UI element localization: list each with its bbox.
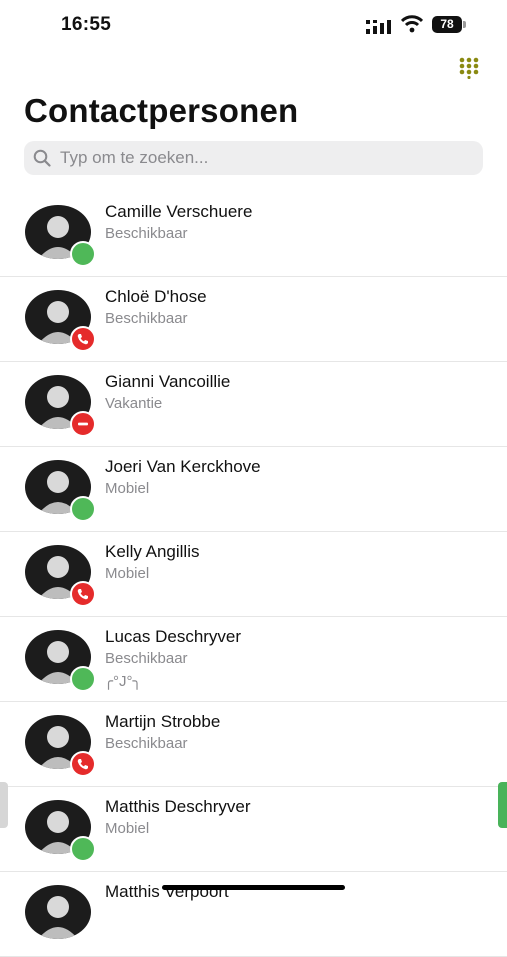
contact-name: Kelly Angillis: [105, 542, 200, 561]
available-dot-icon: [70, 496, 96, 522]
cellular-signal-icon: [366, 20, 391, 34]
contact-status: Beschikbaar: [105, 735, 188, 752]
home-indicator[interactable]: [162, 885, 345, 890]
dialpad-icon[interactable]: [458, 57, 480, 79]
contact-status: Mobiel: [105, 480, 150, 497]
contact-name: Matthis Deschryver: [105, 797, 251, 816]
contact-status: Mobiel: [105, 820, 150, 837]
contact-row[interactable]: Joeri Van Kerckhove Mobiel: [0, 447, 507, 532]
phone-icon: [70, 326, 96, 352]
contact-status-note: ╭°J°╮: [104, 673, 142, 690]
search-input[interactable]: [60, 141, 470, 175]
contact-row[interactable]: Camille Verschuere Beschikbaar: [0, 192, 507, 277]
status-bar: 16:55 78: [0, 0, 507, 52]
phone-icon: [70, 581, 96, 607]
contact-name: Camille Verschuere: [105, 202, 253, 221]
contact-status: Beschikbaar: [105, 310, 188, 327]
contact-name: Chloë D'hose: [105, 287, 207, 306]
contact-name: Gianni Vancoillie: [105, 372, 231, 391]
available-dot-icon: [70, 836, 96, 862]
left-edge-handle[interactable]: [0, 782, 8, 828]
contact-row[interactable]: Lucas Deschryver Beschikbaar ╭°J°╮: [0, 617, 507, 702]
contact-row[interactable]: Kelly Angillis Mobiel: [0, 532, 507, 617]
battery-level: 78: [432, 16, 462, 33]
available-dot-icon: [70, 241, 96, 267]
avatar: [25, 885, 91, 939]
phone-icon: [70, 751, 96, 777]
wifi-icon: [401, 15, 423, 33]
available-dot-icon: [70, 666, 96, 692]
scroll-indicator[interactable]: [498, 782, 507, 828]
contact-row[interactable]: Chloë D'hose Beschikbaar: [0, 277, 507, 362]
contact-row[interactable]: Martijn Strobbe Beschikbaar: [0, 702, 507, 787]
page-title: Contactpersonen: [24, 92, 299, 129]
search-bar[interactable]: [24, 141, 483, 175]
contact-status: Beschikbaar: [105, 650, 188, 667]
contact-status: Mobiel: [105, 565, 150, 582]
status-time: 16:55: [61, 14, 112, 35]
do-not-disturb-icon: [70, 411, 96, 437]
contact-name: Martijn Strobbe: [105, 712, 221, 731]
contact-list: Camille Verschuere Beschikbaar Chloë D'hos…: [0, 192, 507, 957]
contact-status: Beschikbaar: [105, 225, 188, 242]
contact-row[interactable]: Matthis Deschryver Mobiel: [0, 787, 507, 872]
search-icon: [33, 149, 51, 167]
contact-name: Lucas Deschryver: [105, 627, 242, 646]
contact-status: Vakantie: [105, 395, 163, 412]
battery-icon: 78: [432, 16, 468, 34]
contact-row[interactable]: Gianni Vancoillie Vakantie: [0, 362, 507, 447]
contact-name: Joeri Van Kerckhove: [105, 457, 261, 476]
